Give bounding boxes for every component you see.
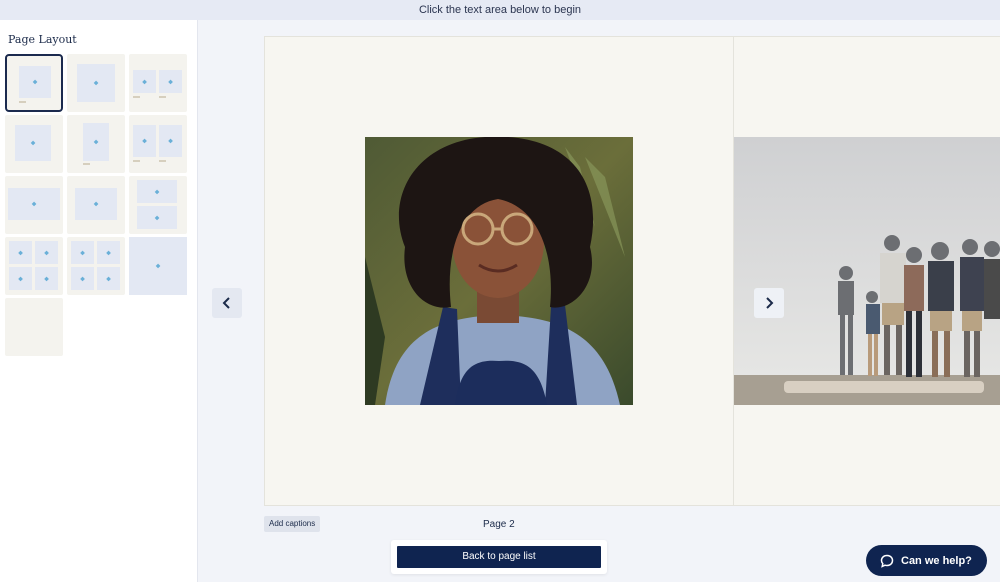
sidebar-title: Page Layout	[8, 33, 77, 46]
chevron-left-icon	[222, 297, 230, 309]
layout-option-two-photos-side-by-side[interactable]	[129, 54, 187, 112]
portrait-photo-image	[365, 137, 633, 405]
layout-option-two-photos-stacked[interactable]	[129, 176, 187, 234]
family-photo[interactable]	[734, 137, 1000, 405]
layout-option-single-photo-centered[interactable]	[67, 54, 125, 112]
back-to-page-list-button[interactable]: Back to page list	[397, 546, 601, 568]
layout-option-single-photo-full-bleed[interactable]	[129, 237, 187, 295]
previous-page-button[interactable]	[212, 288, 242, 318]
layout-sidebar: Page Layout	[0, 20, 198, 582]
back-button-container: Back to page list	[391, 540, 607, 574]
page-number-label: Page 2	[483, 519, 515, 530]
layout-option-single-photo-portrait[interactable]	[67, 115, 125, 173]
help-label: Can we help?	[901, 554, 972, 567]
layout-option-single-photo-small-caption[interactable]	[5, 54, 63, 112]
layout-option-single-photo-wide[interactable]	[5, 176, 63, 234]
layout-option-two-photos-portraits[interactable]	[129, 115, 187, 173]
chat-bubble-icon	[880, 554, 894, 568]
family-photo-image	[734, 137, 1000, 405]
layout-option-single-photo-small[interactable]	[5, 115, 63, 173]
layout-option-single-photo-wide-inset[interactable]	[67, 176, 125, 234]
layout-option-four-photos-grid[interactable]	[5, 237, 63, 295]
layout-option-four-photos-grid-inset[interactable]	[67, 237, 125, 295]
add-captions-button[interactable]: Add captions	[264, 516, 321, 532]
portrait-photo[interactable]	[365, 137, 633, 405]
instruction-banner: Click the text area below to begin	[0, 0, 1000, 20]
book-preview-area: Add captions Page 2 Back to page list	[198, 20, 1000, 582]
left-page[interactable]	[264, 36, 734, 506]
chevron-right-icon	[766, 297, 774, 309]
help-chat-button[interactable]: Can we help?	[866, 545, 987, 576]
layout-option-blank-page[interactable]	[5, 298, 63, 356]
next-page-button[interactable]	[754, 288, 784, 318]
right-page[interactable]	[734, 36, 1000, 506]
